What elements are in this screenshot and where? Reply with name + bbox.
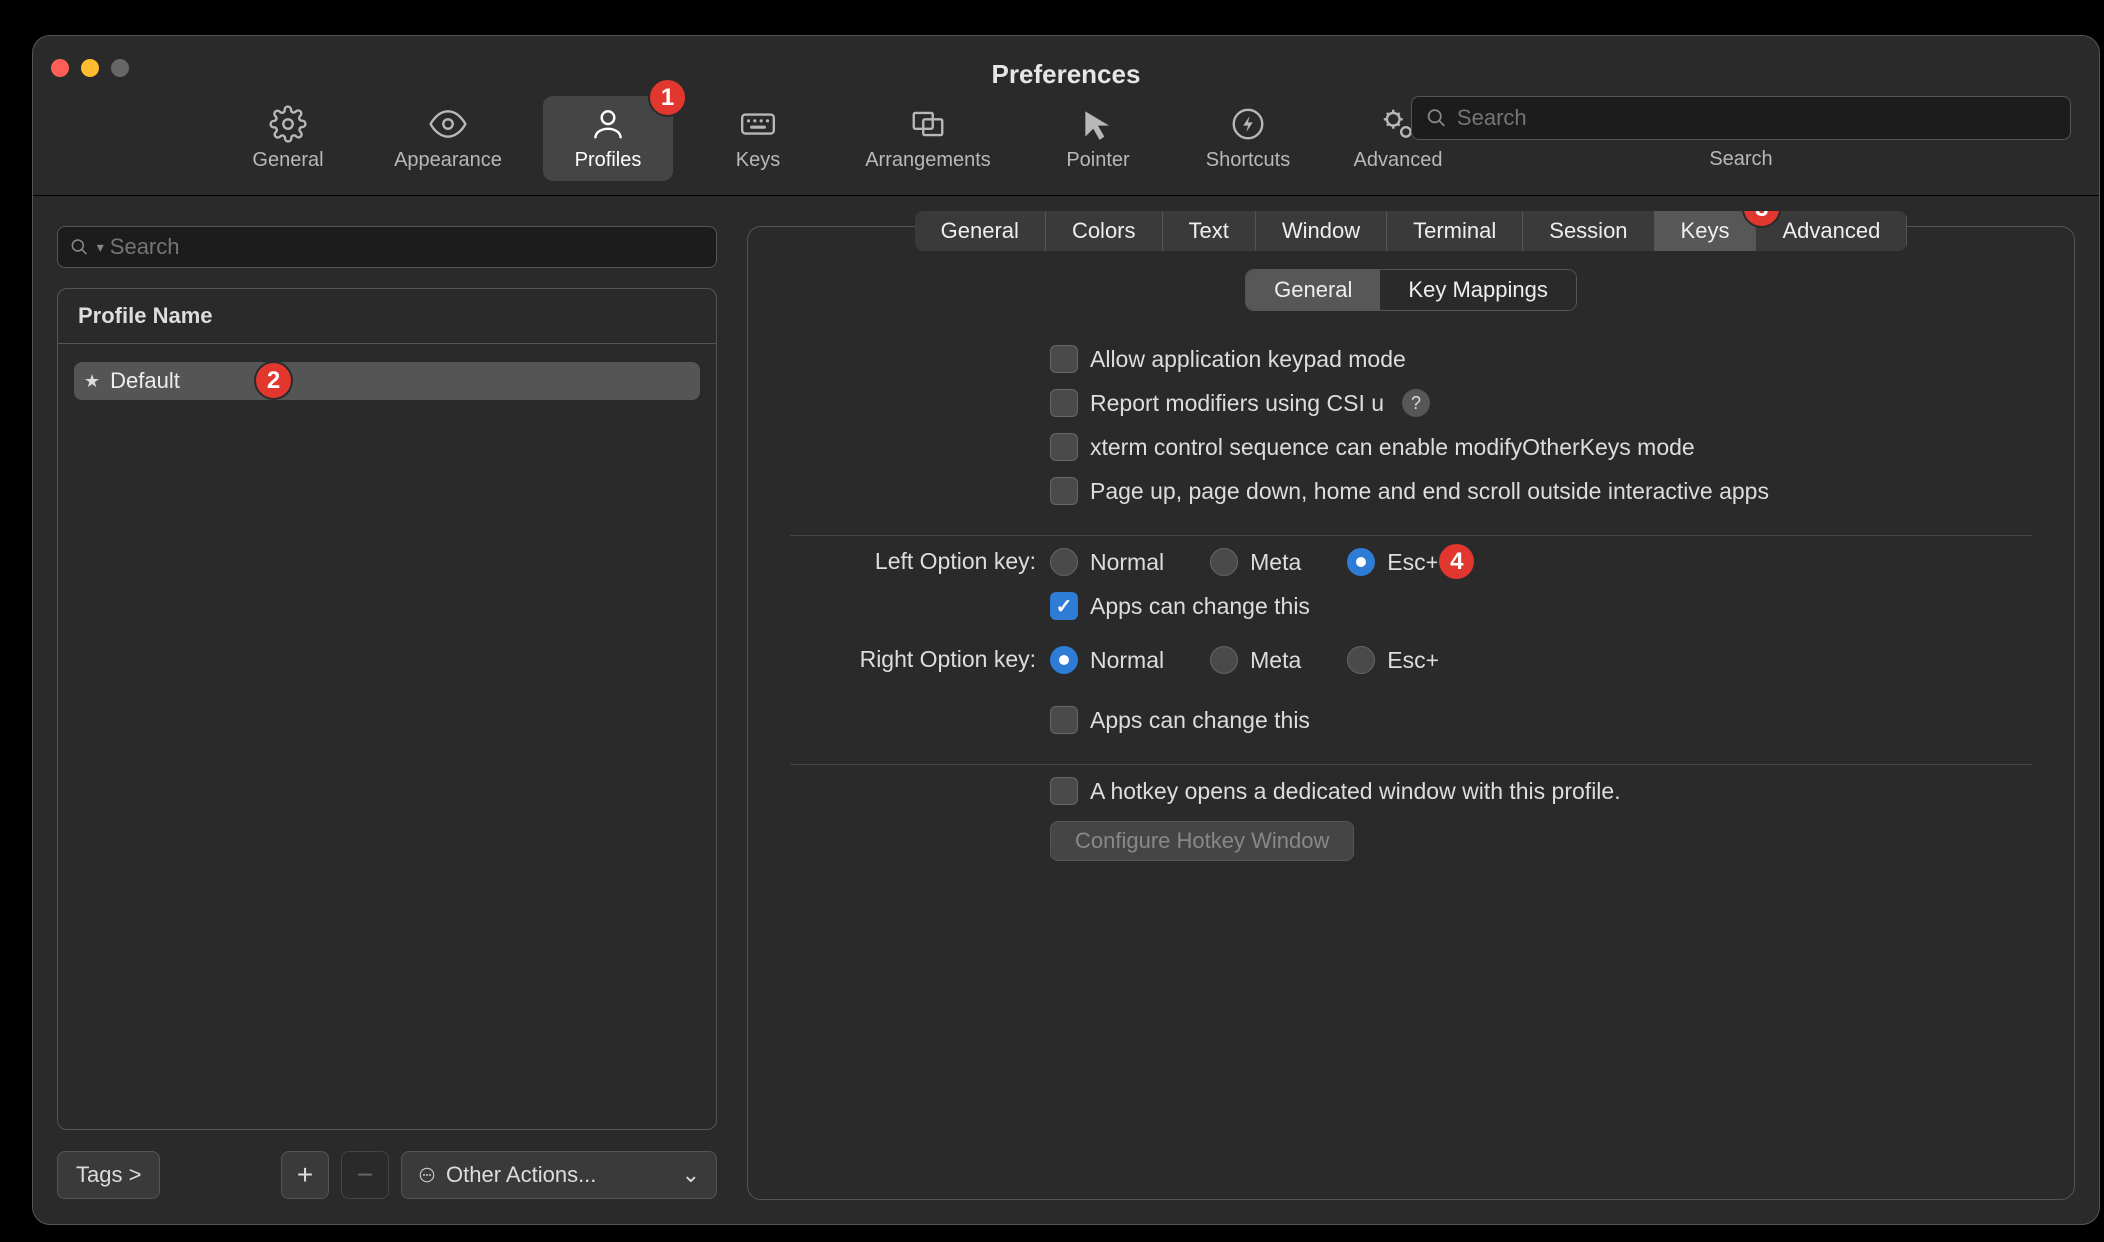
- star-icon: ★: [84, 371, 100, 392]
- toolbar-search[interactable]: [1411, 96, 2071, 140]
- profile-bottom-bar: Tags > + − Other Actions... ⌄: [57, 1150, 717, 1200]
- other-actions-button[interactable]: Other Actions... ⌄: [401, 1151, 717, 1199]
- check-hotkey[interactable]: [1050, 777, 1078, 805]
- window-title: Preferences: [33, 59, 2099, 90]
- profile-list: Profile Name ★ Default 2: [57, 288, 717, 1130]
- tags-button[interactable]: Tags >: [57, 1151, 160, 1199]
- check-keypad-label: Allow application keypad mode: [1090, 346, 1406, 373]
- tab-terminal[interactable]: Terminal: [1387, 211, 1523, 251]
- tab-keys[interactable]: Keys: [1655, 211, 1757, 251]
- check-csi-label: Report modifiers using CSI u: [1090, 390, 1384, 417]
- radio-right-meta[interactable]: [1210, 646, 1238, 674]
- tab-window[interactable]: Window: [1256, 211, 1387, 251]
- check-hotkey-label: A hotkey opens a dedicated window with t…: [1090, 778, 1621, 805]
- chevron-down-icon: ▾: [97, 239, 104, 256]
- profile-search-input[interactable]: [110, 234, 704, 260]
- toolbar-search-label: Search: [1709, 148, 1772, 171]
- toolbar-general[interactable]: General: [223, 96, 353, 181]
- subtab-key-mappings[interactable]: Key Mappings: [1380, 270, 1575, 310]
- check-xterm[interactable]: [1050, 433, 1078, 461]
- tab-session[interactable]: Session: [1523, 211, 1654, 251]
- annotation-badge-2: 2: [254, 361, 293, 400]
- profiles-sidebar: ▾ Profile Name ★ Default 2 Tags > + −: [57, 226, 717, 1200]
- keyboard-icon: [739, 105, 777, 143]
- help-icon[interactable]: ?: [1402, 389, 1430, 417]
- check-pgup[interactable]: [1050, 477, 1078, 505]
- check-xterm-label: xterm control sequence can enable modify…: [1090, 434, 1695, 461]
- toolbar: General Appearance Profiles 1 Keys Arran…: [223, 96, 1463, 181]
- annotation-badge-1: 1: [648, 78, 687, 117]
- toolbar-profiles[interactable]: Profiles 1: [543, 96, 673, 181]
- keys-general-content: Allow application keypad mode Report mod…: [748, 311, 2074, 891]
- check-csi[interactable]: [1050, 389, 1078, 417]
- remove-profile-button[interactable]: −: [341, 1151, 389, 1199]
- preferences-window: Preferences General Appearance Profiles …: [32, 35, 2100, 1225]
- right-option-label: Right Option key:: [790, 646, 1050, 734]
- user-icon: [589, 105, 627, 143]
- profile-row-label: Default: [110, 368, 180, 394]
- tab-colors[interactable]: Colors: [1046, 211, 1163, 251]
- radio-right-esc[interactable]: [1347, 646, 1375, 674]
- check-right-apps-change[interactable]: [1050, 706, 1078, 734]
- profile-settings-panel: General Colors Text Window Terminal Sess…: [747, 226, 2075, 1200]
- keys-subtabs: General Key Mappings: [1245, 269, 1577, 311]
- titlebar: Preferences General Appearance Profiles …: [33, 36, 2099, 196]
- toolbar-keys[interactable]: Keys: [693, 96, 823, 181]
- windows-icon: [909, 105, 947, 143]
- add-profile-button[interactable]: +: [281, 1151, 329, 1199]
- pointer-icon: [1079, 105, 1117, 143]
- lightning-icon: [1229, 105, 1267, 143]
- tab-advanced[interactable]: Advanced: [1756, 211, 1907, 251]
- tab-general[interactable]: General: [915, 211, 1046, 251]
- profile-tabs: General Colors Text Window Terminal Sess…: [915, 211, 1908, 251]
- radio-left-esc[interactable]: [1347, 548, 1375, 576]
- check-pgup-label: Page up, page down, home and end scroll …: [1090, 478, 1769, 505]
- radio-left-normal[interactable]: [1050, 548, 1078, 576]
- toolbar-search-input[interactable]: [1457, 105, 2056, 131]
- profile-row-default[interactable]: ★ Default 2: [74, 362, 700, 400]
- body: ▾ Profile Name ★ Default 2 Tags > + −: [33, 196, 2099, 1224]
- search-icon: [70, 237, 89, 257]
- gear-icon: [269, 105, 307, 143]
- ellipsis-icon: [418, 1166, 436, 1184]
- tab-text[interactable]: Text: [1163, 211, 1256, 251]
- check-keypad[interactable]: [1050, 345, 1078, 373]
- toolbar-pointer[interactable]: Pointer: [1033, 96, 1163, 181]
- check-left-apps-change[interactable]: [1050, 592, 1078, 620]
- check-left-apps-change-label: Apps can change this: [1090, 593, 1310, 620]
- radio-left-meta[interactable]: [1210, 548, 1238, 576]
- toolbar-shortcuts[interactable]: Shortcuts: [1183, 96, 1313, 181]
- radio-right-normal[interactable]: [1050, 646, 1078, 674]
- configure-hotkey-button[interactable]: Configure Hotkey Window: [1050, 821, 1354, 861]
- chevron-down-icon: ⌄: [682, 1162, 700, 1188]
- eye-icon: [429, 105, 467, 143]
- subtab-general[interactable]: General: [1246, 270, 1380, 310]
- check-right-apps-change-label: Apps can change this: [1090, 707, 1310, 734]
- toolbar-arrangements[interactable]: Arrangements: [843, 96, 1013, 181]
- search-icon: [1426, 107, 1447, 129]
- toolbar-search-wrap: Search: [1411, 96, 2071, 181]
- toolbar-appearance[interactable]: Appearance: [373, 96, 523, 181]
- annotation-badge-4: 4: [1437, 542, 1476, 581]
- profile-list-header: Profile Name: [58, 289, 716, 344]
- profile-search[interactable]: ▾: [57, 226, 717, 268]
